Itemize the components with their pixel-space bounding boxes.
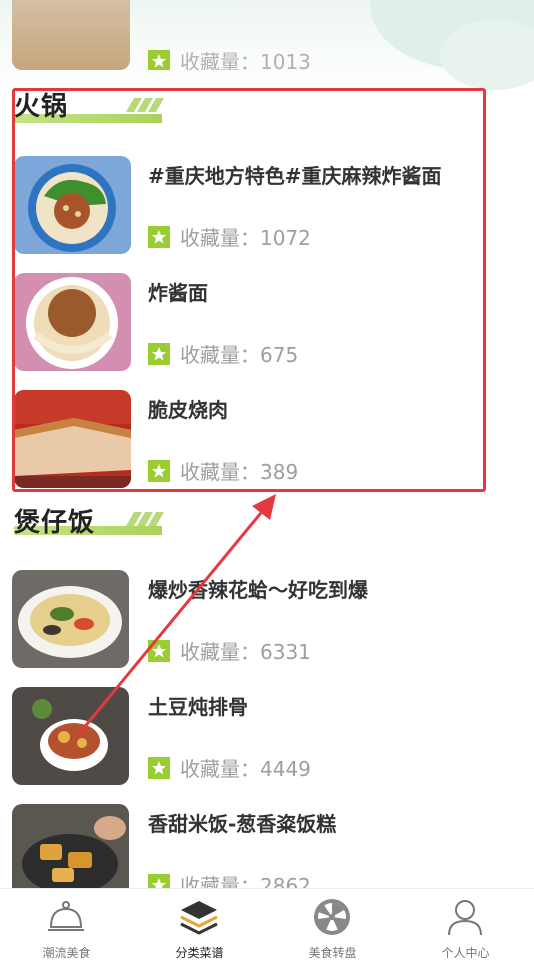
- cloche-icon: [48, 901, 84, 931]
- tab-trending-food[interactable]: 潮流美食: [0, 889, 133, 963]
- tab-label: 美食转盘: [308, 946, 357, 960]
- layers-icon: [180, 901, 218, 935]
- bottom-tab-bar: 潮流美食 分类菜谱 美食转盘 个人中心: [0, 888, 534, 963]
- tab-food-wheel[interactable]: 美食转盘: [266, 889, 399, 963]
- tab-recipe-categories[interactable]: 分类菜谱: [133, 889, 266, 963]
- annotation-arrow: [76, 494, 276, 736]
- tab-label: 个人中心: [441, 946, 490, 960]
- tab-label: 潮流美食: [42, 946, 91, 960]
- person-icon: [448, 900, 482, 936]
- tab-personal-center[interactable]: 个人中心: [399, 889, 532, 963]
- tab-label: 分类菜谱: [175, 946, 224, 960]
- wheel-icon: [314, 899, 350, 935]
